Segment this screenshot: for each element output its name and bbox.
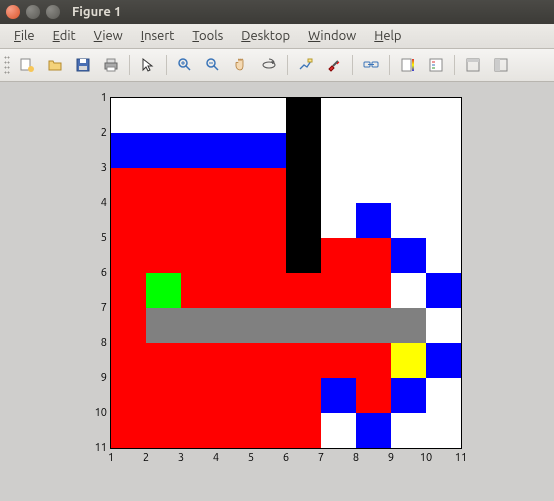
menu-help[interactable]: Help (366, 27, 409, 45)
figure-window: Figure 1 File Edit View Insert Tools Des… (0, 0, 554, 501)
x-tick-label: 2 (143, 452, 149, 464)
figure-canvas[interactable]: 12345678910111234567891011 (0, 82, 554, 501)
y-tick-label: 2 (101, 127, 107, 139)
rotate-button[interactable] (256, 52, 282, 78)
x-tick-label: 1 (108, 452, 114, 464)
y-tick-label: 5 (101, 232, 107, 244)
y-tick-label: 8 (101, 337, 107, 349)
y-tick-label: 3 (101, 162, 107, 174)
close-icon[interactable] (6, 5, 20, 19)
window-title: Figure 1 (72, 5, 121, 19)
y-tick-label: 7 (101, 302, 107, 314)
x-tick-label: 8 (353, 452, 359, 464)
x-tick-label: 3 (178, 452, 184, 464)
toolbar-separator (166, 55, 167, 75)
new-figure-button[interactable] (14, 52, 40, 78)
x-tick-label: 4 (213, 452, 219, 464)
toolbar-separator (287, 55, 288, 75)
open-file-button[interactable] (42, 52, 68, 78)
zoom-out-button[interactable] (200, 52, 226, 78)
y-tick-label: 4 (101, 197, 107, 209)
data-cursor-button[interactable] (293, 52, 319, 78)
menu-file[interactable]: File (6, 27, 43, 45)
zoom-in-button[interactable] (172, 52, 198, 78)
colorbar-button[interactable] (395, 52, 421, 78)
menu-view[interactable]: View (86, 27, 131, 45)
y-tick-label: 10 (95, 407, 107, 419)
toolbar-separator (454, 55, 455, 75)
x-tick-label: 10 (420, 452, 432, 464)
minimize-icon[interactable] (26, 5, 40, 19)
menu-insert[interactable]: Insert (133, 27, 183, 45)
select-button[interactable] (135, 52, 161, 78)
x-tick-label: 6 (283, 452, 289, 464)
save-button[interactable] (70, 52, 96, 78)
menu-window[interactable]: Window (300, 27, 364, 45)
brush-button[interactable] (321, 52, 347, 78)
hide-tools-button[interactable] (460, 52, 486, 78)
titlebar: Figure 1 (0, 0, 554, 24)
menubar: File Edit View Insert Tools Desktop Wind… (0, 24, 554, 49)
x-tick-label: 11 (455, 452, 467, 464)
menu-collapse-icon[interactable] (540, 27, 548, 45)
y-tick-label: 9 (101, 372, 107, 384)
legend-button[interactable] (423, 52, 449, 78)
toolbar-separator (389, 55, 390, 75)
x-tick-label: 9 (388, 452, 394, 464)
menu-desktop[interactable]: Desktop (233, 27, 298, 45)
x-tick-label: 5 (248, 452, 254, 464)
dock-button[interactable] (488, 52, 514, 78)
print-button[interactable] (98, 52, 124, 78)
menu-tools[interactable]: Tools (184, 27, 231, 45)
toolbar-separator (129, 55, 130, 75)
maximize-icon[interactable] (46, 5, 60, 19)
y-tick-label: 11 (95, 442, 107, 454)
toolbar-separator (352, 55, 353, 75)
axes[interactable]: 12345678910111234567891011 (110, 97, 462, 449)
menu-edit[interactable]: Edit (45, 27, 84, 45)
y-tick-label: 6 (101, 267, 107, 279)
toolbar-gripper-icon (4, 55, 10, 75)
heatmap-plot (111, 98, 461, 448)
pan-button[interactable] (228, 52, 254, 78)
link-button[interactable] (358, 52, 384, 78)
y-tick-label: 1 (101, 92, 107, 104)
toolbar (0, 49, 554, 82)
x-tick-label: 7 (318, 452, 324, 464)
